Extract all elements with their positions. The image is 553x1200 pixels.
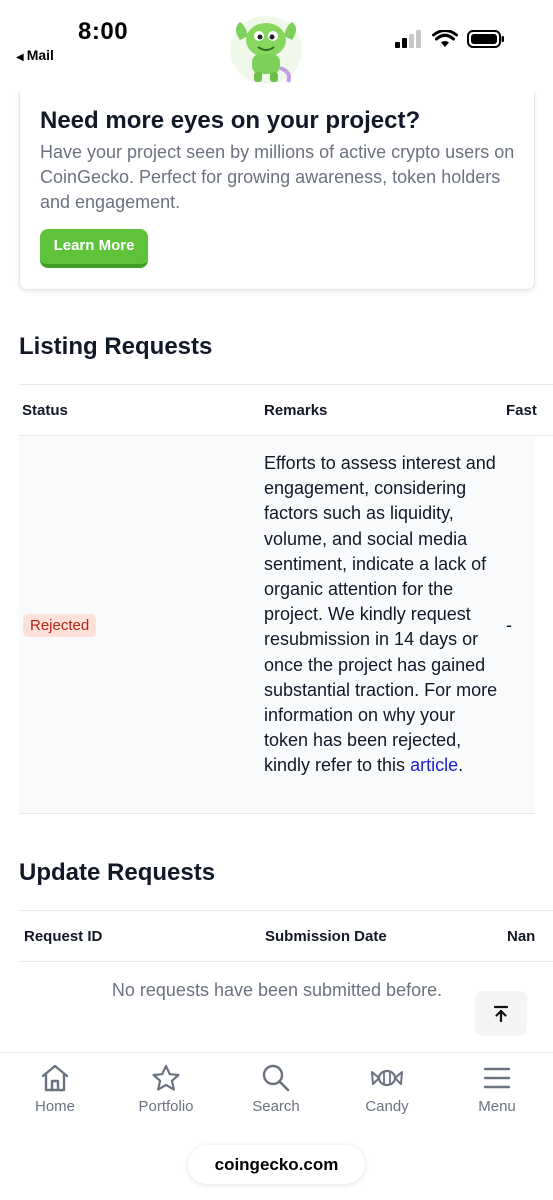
update-requests-title: Update Requests xyxy=(19,859,216,886)
promo-title: Need more eyes on your project? xyxy=(40,107,421,134)
learn-more-button[interactable]: Learn More xyxy=(40,229,148,268)
nav-item-search[interactable]: Search xyxy=(231,1063,321,1115)
column-header-remarks: Remarks xyxy=(264,402,328,419)
scroll-to-top-button[interactable] xyxy=(475,991,527,1036)
listing-requests-title: Listing Requests xyxy=(19,333,213,360)
empty-state-message: No requests have been submitted before. xyxy=(111,980,443,1000)
promo-description: Have your project seen by millions of ac… xyxy=(40,142,515,212)
column-header-request-id: Request ID xyxy=(24,928,103,945)
nav-item-candy[interactable]: Candy xyxy=(342,1063,432,1115)
gecko-mascot-icon xyxy=(230,16,302,84)
table-row: Rejected Efforts to assess interest and … xyxy=(19,436,535,814)
nav-item-home[interactable]: Home xyxy=(10,1063,100,1115)
candy-icon xyxy=(371,1069,403,1087)
remark-end: . xyxy=(458,755,464,776)
table-header: Status Remarks Fast xyxy=(19,384,553,436)
nav-label-search: Search xyxy=(252,1098,300,1115)
home-icon xyxy=(41,1064,69,1092)
nav-label-candy: Candy xyxy=(365,1098,409,1115)
star-icon xyxy=(152,1064,180,1091)
back-to-mail-link[interactable]: ◀ Mail xyxy=(16,47,54,63)
status-bar: 8:00 ◀ Mail xyxy=(0,0,553,92)
listing-requests-table: Status Remarks Fast Rejected Efforts to … xyxy=(19,384,553,816)
promo-card: Need more eyes on your project? Have you… xyxy=(19,88,535,290)
battery-icon xyxy=(467,30,504,48)
bottom-navigation: Home Portfolio Search Candy Menu coingec… xyxy=(0,1052,553,1200)
remark-body: Efforts to assess interest and engagemen… xyxy=(264,453,498,776)
cellular-signal-icon xyxy=(395,30,421,48)
menu-icon xyxy=(483,1067,511,1089)
column-header-submission-date: Submission Date xyxy=(265,928,387,945)
table-header: Request ID Submission Date Nan xyxy=(19,910,553,962)
column-header-name: Nan xyxy=(507,928,536,945)
back-arrow-icon: ◀ xyxy=(16,52,24,63)
search-icon xyxy=(262,1064,290,1092)
nav-label-menu: Menu xyxy=(478,1098,516,1115)
nav-label-portfolio: Portfolio xyxy=(138,1098,194,1115)
nav-item-menu[interactable]: Menu xyxy=(452,1063,542,1115)
article-link[interactable]: article xyxy=(410,755,458,775)
arrow-up-to-line-icon xyxy=(493,1005,509,1022)
system-icons xyxy=(395,30,505,48)
column-header-fast: Fast xyxy=(506,402,537,419)
nav-label-home: Home xyxy=(34,1098,75,1115)
back-label: Mail xyxy=(26,47,54,63)
status-badge: Rejected xyxy=(23,614,97,637)
wifi-icon xyxy=(432,30,458,47)
fast-value: - xyxy=(506,615,512,635)
remark-text: Efforts to assess interest and engagemen… xyxy=(264,451,504,779)
clock: 8:00 xyxy=(78,18,129,45)
update-requests-table: Request ID Submission Date Nan No reques… xyxy=(19,910,553,1010)
nav-item-portfolio[interactable]: Portfolio xyxy=(121,1063,211,1115)
url-bar[interactable]: coingecko.com xyxy=(188,1145,365,1184)
column-header-status: Status xyxy=(22,402,68,419)
